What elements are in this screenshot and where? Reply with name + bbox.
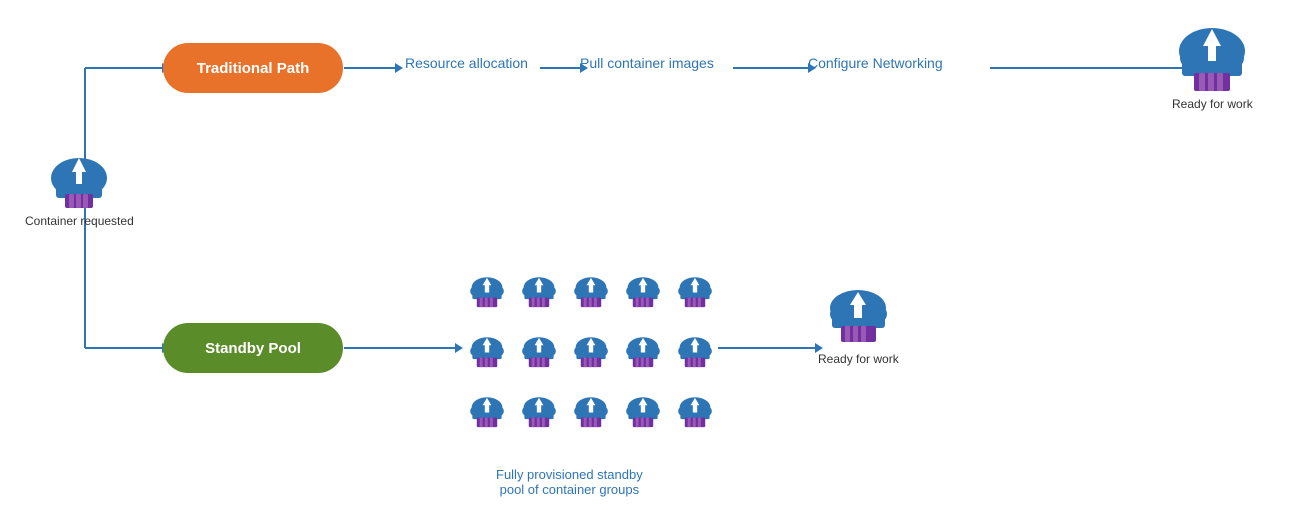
- pool-icon-11: [463, 385, 511, 443]
- traditional-path-pill: Traditional Path: [163, 43, 343, 93]
- pull-container-images-label: Pull container images: [580, 55, 714, 71]
- resource-allocation-label: Resource allocation: [405, 55, 528, 71]
- pool-icon-2: [515, 265, 563, 323]
- pool-grid: [463, 265, 719, 443]
- pool-label-line2: pool of container groups: [500, 482, 639, 497]
- pool-label-line1: Fully provisioned standby: [496, 467, 643, 482]
- ready-top-cloud-svg: [1176, 23, 1248, 93]
- pool-icon-7: [515, 325, 563, 383]
- container-requested-icon: Container requested: [25, 150, 134, 230]
- pool-label: Fully provisioned standby pool of contai…: [496, 467, 643, 497]
- ready-for-work-bottom-label: Ready for work: [818, 352, 899, 368]
- pool-icon-3: [567, 265, 615, 323]
- pool-icon-6: [463, 325, 511, 383]
- container-requested-label: Container requested: [25, 214, 134, 230]
- pool-icon-14: [619, 385, 667, 443]
- container-requested-cloud-svg: [48, 150, 110, 210]
- standby-pool-pill: Standby Pool: [163, 323, 343, 373]
- ready-bottom-cloud-svg: [826, 286, 891, 348]
- pool-icon-15: [671, 385, 719, 443]
- pool-icon-9: [619, 325, 667, 383]
- pool-icon-1: [463, 265, 511, 323]
- ready-for-work-top-icon: Ready for work: [1172, 23, 1253, 113]
- standby-pool-label: Standby Pool: [205, 340, 301, 357]
- traditional-path-label: Traditional Path: [197, 60, 310, 77]
- pool-icon-10: [671, 325, 719, 383]
- configure-networking-label: Configure Networking: [808, 55, 943, 71]
- diagram-container: Container requested Traditional Path Sta…: [0, 0, 1299, 528]
- pool-icon-4: [619, 265, 667, 323]
- pool-icon-8: [567, 325, 615, 383]
- pool-icon-12: [515, 385, 563, 443]
- ready-for-work-bottom-icon: Ready for work: [818, 286, 899, 368]
- ready-for-work-top-label: Ready for work: [1172, 97, 1253, 113]
- pool-icon-5: [671, 265, 719, 323]
- pool-icon-13: [567, 385, 615, 443]
